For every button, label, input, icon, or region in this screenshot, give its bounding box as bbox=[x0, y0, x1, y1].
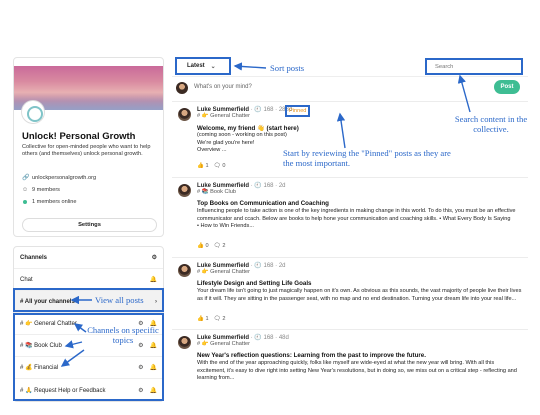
feed-toolbar: Latest ⌄ bbox=[172, 55, 528, 77]
community-logo-icon bbox=[22, 101, 44, 123]
like-button[interactable]: 👍 1 bbox=[197, 163, 209, 169]
online-row: 1 members online bbox=[22, 199, 76, 205]
post-author[interactable]: Luke Summerfield · 🕘 168 · 2d bbox=[197, 262, 286, 269]
comment-icon: 🗨 bbox=[213, 163, 221, 169]
compose-input[interactable]: What's on your mind? bbox=[194, 84, 252, 90]
post-button[interactable]: Post bbox=[494, 80, 520, 94]
post-actions: 👍 1 🗨 2 bbox=[197, 316, 225, 322]
chevron-down-icon: ⌄ bbox=[210, 63, 216, 70]
like-button[interactable]: 👍 1 bbox=[197, 316, 209, 322]
annotation-view-all: View all posts bbox=[95, 295, 144, 305]
thumbs-up-icon: 👍 bbox=[197, 163, 204, 169]
community-title: Unlock! Personal Growth bbox=[22, 131, 136, 142]
avatar bbox=[176, 82, 188, 94]
avatar bbox=[178, 108, 191, 121]
post-title[interactable]: New Year's reflection questions: Learnin… bbox=[197, 352, 426, 359]
post-title[interactable]: Top Books on Communication and Coaching bbox=[197, 200, 329, 207]
post-body-line: Your dream life isn't going to just magi… bbox=[197, 288, 522, 302]
gear-icon[interactable]: ⚙ bbox=[152, 254, 157, 261]
members-row[interactable]: ☺ 9 members bbox=[22, 187, 60, 193]
post-actions: 👍 1 🗨 0 bbox=[197, 163, 225, 169]
post-item[interactable]: Luke Summerfield · 🕘 168 · 48d # 👉 Gener… bbox=[172, 329, 528, 405]
composer[interactable]: What's on your mind? bbox=[172, 79, 528, 99]
online-dot-icon bbox=[23, 200, 27, 204]
pinned-badge: Pinned bbox=[285, 105, 311, 117]
post-channel[interactable]: # 👉 General Chatter bbox=[197, 269, 250, 275]
community-profile-card: Unlock! Personal Growth Collective for o… bbox=[13, 57, 164, 237]
post-author[interactable]: Luke Summerfield · 🕘 168 · 2d bbox=[197, 182, 286, 189]
post-title[interactable]: Welcome, my friend 👋 (start here) bbox=[197, 124, 299, 132]
post-body-line: • How to Win Friends... bbox=[197, 223, 254, 230]
post-body: Influencing people to take action is one… bbox=[197, 208, 522, 231]
feed: Latest ⌄ What's on your mind? Post Luke … bbox=[172, 55, 528, 405]
like-count: 1 bbox=[205, 316, 209, 322]
comment-button[interactable]: 🗨 0 bbox=[214, 163, 226, 169]
avatar bbox=[178, 184, 191, 197]
search-input[interactable] bbox=[435, 63, 521, 70]
annotation-search: Search content in the collective. bbox=[454, 114, 528, 134]
search-box[interactable] bbox=[425, 58, 523, 75]
comment-count: 2 bbox=[222, 243, 226, 249]
community-description: Collective for open-minded people who wa… bbox=[22, 144, 151, 158]
comment-icon: 🗨 bbox=[213, 316, 221, 322]
annotation-sort-posts: Sort posts bbox=[270, 63, 305, 73]
thumbs-up-icon: 👍 bbox=[197, 243, 204, 249]
avatar bbox=[178, 264, 191, 277]
post-author[interactable]: Luke Summerfield · 🕘 168 · 48d bbox=[197, 334, 289, 341]
like-button[interactable]: 👍 0 bbox=[197, 243, 209, 249]
channels-header-label: Channels bbox=[20, 254, 48, 261]
avatar bbox=[178, 336, 191, 349]
person-icon: ☺ bbox=[22, 187, 29, 193]
sort-label: Latest bbox=[187, 63, 205, 69]
comment-button[interactable]: 🗨 2 bbox=[214, 243, 226, 249]
post-channel[interactable]: # 👉 General Chatter bbox=[197, 113, 250, 119]
website-row[interactable]: 🔗 unlockpersonalgrowth.org bbox=[22, 175, 96, 181]
bell-icon[interactable]: 🔔 bbox=[150, 276, 157, 283]
post-channel[interactable]: # 📚 Book Club bbox=[197, 189, 236, 195]
like-count: 1 bbox=[205, 163, 209, 169]
post-time: · 🕘 168 · 48d bbox=[250, 335, 289, 341]
comment-icon: 🗨 bbox=[213, 243, 221, 249]
online-count: 1 members online bbox=[32, 199, 77, 205]
like-count: 0 bbox=[205, 243, 209, 249]
channels-header: Channels ⚙ bbox=[14, 247, 163, 269]
post-actions: 👍 0 🗨 2 bbox=[197, 243, 225, 249]
annotation-channels: Channels on specific topics bbox=[87, 325, 159, 345]
annotation-pinned: Start by reviewing the "Pinned" posts as… bbox=[283, 148, 451, 168]
sort-dropdown[interactable]: Latest ⌄ bbox=[175, 57, 231, 75]
settings-button[interactable]: Settings bbox=[22, 218, 157, 232]
comment-count: 0 bbox=[222, 163, 226, 169]
post-body-line: Influencing people to take action is one… bbox=[197, 208, 516, 222]
post-author[interactable]: Luke Summerfield · 🕘 168 · 288d · bbox=[197, 106, 296, 113]
comment-button[interactable]: 🗨 2 bbox=[214, 316, 226, 322]
post-title[interactable]: Lifestyle Design and Setting Life Goals bbox=[197, 280, 312, 287]
members-count: 9 members bbox=[32, 187, 60, 193]
post-item[interactable]: Luke Summerfield · 🕘 168 · 2d # 📚 Book C… bbox=[172, 177, 528, 257]
post-body: With the end of the year approaching qui… bbox=[197, 360, 522, 383]
channel-label: Chat bbox=[20, 276, 33, 283]
post-body-line: With the end of the year approaching qui… bbox=[197, 360, 517, 382]
website-link[interactable]: unlockpersonalgrowth.org bbox=[32, 175, 96, 181]
post-body-line: We're glad you're here! bbox=[197, 139, 255, 146]
thumbs-up-icon: 👍 bbox=[197, 316, 204, 322]
comment-count: 2 bbox=[222, 316, 226, 322]
post-body: Your dream life isn't going to just magi… bbox=[197, 288, 522, 303]
post-time: · 🕘 168 · 2d bbox=[250, 263, 286, 269]
post-time: · 🕘 168 · 2d bbox=[250, 183, 286, 189]
post-item[interactable]: Luke Summerfield · 🕘 168 · 2d # 👉 Genera… bbox=[172, 257, 528, 329]
link-icon: 🔗 bbox=[22, 175, 30, 181]
post-channel[interactable]: # 👉 General Chatter bbox=[197, 341, 250, 347]
